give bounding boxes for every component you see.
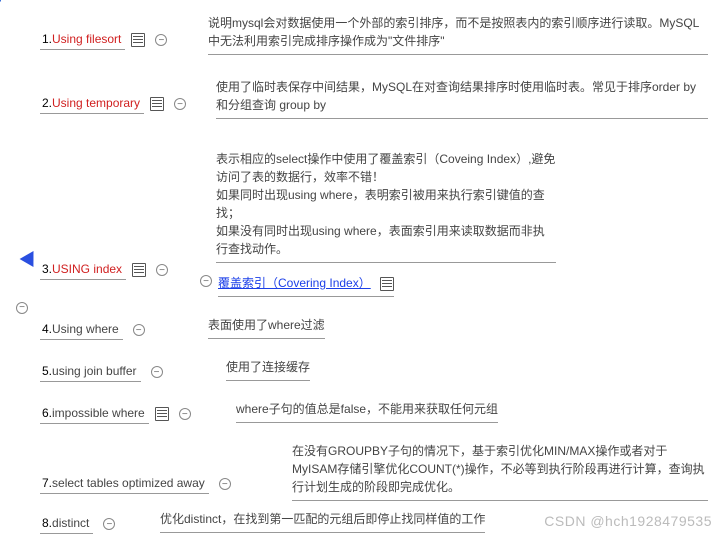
- branch-using-temporary[interactable]: 2.Using temporary −: [40, 94, 196, 114]
- branch-using-join-buffer[interactable]: 5.using join buffer −: [40, 362, 173, 382]
- note-icon: [132, 263, 146, 277]
- branch-desc: 说明mysql会对数据使用一个外部的索引排序，而不是按照表内的索引顺序进行读取。…: [208, 14, 708, 55]
- note-icon: [150, 97, 164, 111]
- branch-desc: 优化distinct，在找到第一匹配的元组后即停止找同样值的工作: [160, 510, 485, 533]
- sub-covering-index[interactable]: 覆盖索引（Covering Index）: [218, 274, 394, 297]
- branch-label: 3.USING index: [40, 260, 126, 280]
- sub-toggle[interactable]: −: [200, 275, 212, 287]
- collapse-toggle[interactable]: −: [133, 324, 145, 336]
- branch-label: 1.Using filesort: [40, 30, 125, 50]
- collapse-toggle[interactable]: −: [219, 478, 231, 490]
- branch-desc: 使用了临时表保存中间结果，MySQL在对查询结果排序时使用临时表。常见于排序or…: [216, 78, 708, 119]
- collapse-toggle[interactable]: −: [174, 98, 186, 110]
- collapse-toggle[interactable]: −: [103, 518, 115, 530]
- branch-label: 5.using join buffer: [40, 362, 141, 382]
- root-toggle[interactable]: −: [16, 302, 28, 314]
- branch-label: 4.Using where: [40, 320, 123, 340]
- note-icon: [380, 277, 394, 291]
- branch-desc: where子句的值总是false，不能用来获取任何元组: [236, 400, 498, 423]
- note-icon: [155, 407, 169, 421]
- branch-label: 2.Using temporary: [40, 94, 144, 114]
- branch-label: 7.select tables optimized away: [40, 474, 209, 494]
- branch-desc: 表示相应的select操作中使用了覆盖索引（Coveing Index）,避免访…: [216, 150, 556, 263]
- collapse-toggle[interactable]: −: [155, 34, 167, 46]
- collapse-toggle[interactable]: −: [151, 366, 163, 378]
- note-icon: [131, 33, 145, 47]
- branch-using-filesort[interactable]: 1.Using filesort −: [40, 30, 177, 50]
- collapse-toggle[interactable]: −: [156, 264, 168, 276]
- branch-select-tables-optimized[interactable]: 7.select tables optimized away −: [40, 474, 241, 494]
- watermark: CSDN @hch1928479535: [544, 513, 712, 529]
- branch-label: 8.distinct: [40, 514, 93, 534]
- branch-desc: 表面使用了where过滤: [208, 316, 325, 339]
- branch-using-where[interactable]: 4.Using where −: [40, 320, 155, 340]
- collapse-toggle[interactable]: −: [179, 408, 191, 420]
- branch-distinct[interactable]: 8.distinct −: [40, 514, 125, 534]
- branch-desc: 使用了连接缓存: [226, 358, 310, 381]
- arrow-icon: [20, 247, 41, 267]
- branch-impossible-where[interactable]: 6.impossible where −: [40, 404, 201, 424]
- branch-using-index[interactable]: 3.USING index −: [40, 260, 178, 280]
- branch-label: 6.impossible where: [40, 404, 149, 424]
- branch-desc: 在没有GROUPBY子句的情况下，基于索引优化MIN/MAX操作或者对于MyIS…: [292, 442, 708, 501]
- incoming-edge: [0, 0, 1, 219]
